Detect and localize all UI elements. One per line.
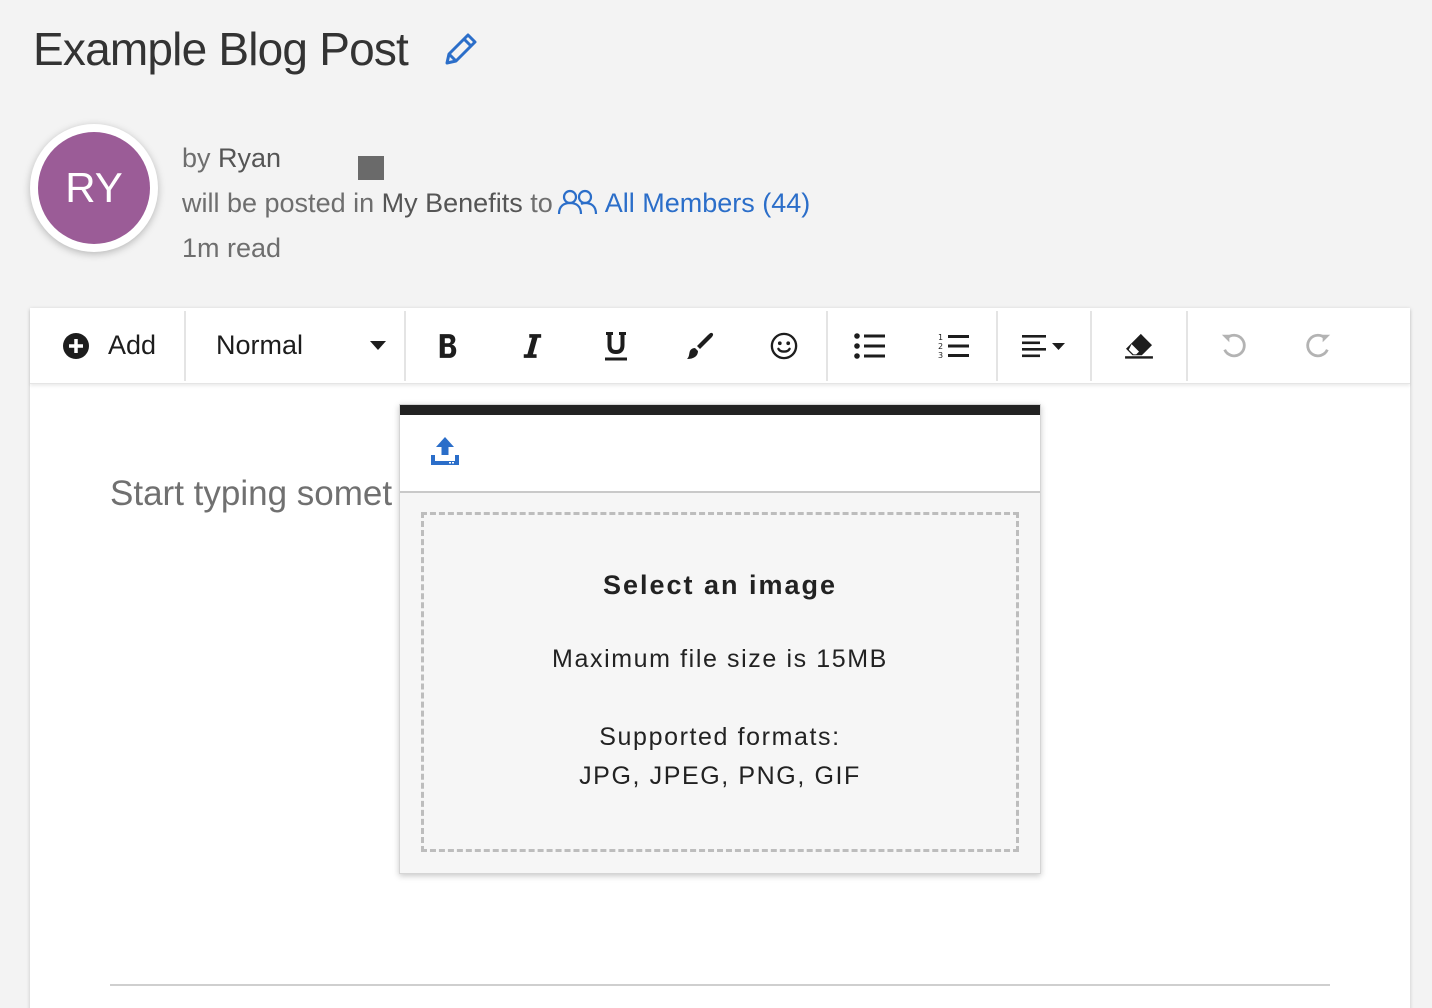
caret-down-icon	[370, 340, 387, 351]
bullet-list-button[interactable]	[828, 311, 912, 381]
underline-icon	[603, 330, 629, 362]
clear-format-button[interactable]	[1092, 311, 1186, 381]
read-time: 1m read	[182, 233, 282, 263]
paint-brush-icon	[685, 331, 715, 361]
align-group	[998, 310, 1093, 381]
svg-text:3: 3	[938, 351, 943, 360]
dropzone-title: Select an image	[602, 570, 838, 600]
smiley-icon	[770, 332, 798, 360]
page-title: Example Blog Post	[33, 23, 409, 75]
history-group	[1188, 311, 1360, 381]
upload-icon[interactable]	[430, 436, 460, 471]
numbered-list-button[interactable]: 123	[912, 311, 996, 381]
paint-brush-button[interactable]	[658, 311, 742, 381]
format-group	[406, 310, 829, 381]
undo-button[interactable]	[1192, 311, 1276, 381]
editor-divider	[110, 984, 1330, 986]
avatar-initials: RY	[38, 132, 150, 244]
redo-icon	[1304, 332, 1332, 360]
svg-text:2: 2	[938, 342, 943, 351]
popup-top-bar	[400, 405, 1040, 415]
italic-icon	[521, 332, 543, 360]
undo-icon	[1220, 332, 1248, 360]
avatar: RY	[30, 124, 158, 252]
style-group: Normal	[186, 310, 407, 381]
italic-button[interactable]	[490, 311, 574, 381]
posting-line: will be posted in My Benefits to All Mem…	[182, 181, 810, 226]
add-button[interactable]: Add	[30, 311, 184, 381]
to-text: to	[530, 188, 553, 218]
popup-tab-row	[400, 415, 1040, 493]
plus-circle-icon	[62, 332, 90, 360]
bullet-list-icon	[854, 332, 886, 359]
max-file-size: Maximum file size is 15MB	[552, 645, 888, 673]
channel-name: My Benefits	[381, 188, 523, 218]
editor-placeholder[interactable]: Start typing somet	[110, 474, 392, 514]
svg-text:1: 1	[938, 333, 943, 342]
list-group: 123	[828, 310, 999, 381]
emoji-button[interactable]	[742, 311, 826, 381]
audience-link[interactable]: All Members (44)	[605, 188, 811, 218]
numbered-list-icon: 123	[938, 332, 970, 360]
clear-group	[1092, 310, 1189, 381]
paragraph-style-value: Normal	[216, 330, 304, 360]
formats-label: Supported formats:	[599, 723, 841, 751]
redo-button[interactable]	[1276, 311, 1360, 381]
formats-list: JPG, JPEG, PNG, GIF	[579, 762, 861, 790]
posted-prefix: will be posted in	[182, 188, 375, 218]
paragraph-style-select[interactable]: Normal	[186, 311, 404, 381]
bold-button[interactable]	[406, 311, 490, 381]
author-name: Ryan	[218, 143, 282, 173]
align-left-icon	[1022, 333, 1066, 359]
underline-button[interactable]	[574, 311, 658, 381]
post-meta: by Ryan will be posted in My Benefits to…	[182, 136, 810, 271]
pencil-icon[interactable]	[440, 28, 482, 70]
title-row: Example Blog Post	[33, 22, 482, 76]
bold-icon	[437, 332, 459, 360]
by-prefix: by	[182, 143, 211, 173]
add-label: Add	[108, 330, 157, 360]
members-icon[interactable]	[557, 184, 599, 215]
image-upload-popup: Select an image Maximum file size is 15M…	[399, 404, 1041, 874]
editor-toolbar: Add Normal 1 2 3	[30, 308, 1410, 384]
add-group: Add	[30, 310, 187, 381]
eraser-icon	[1124, 333, 1154, 359]
align-button[interactable]	[998, 311, 1090, 381]
image-dropzone[interactable]: Select an image Maximum file size is 15M…	[421, 512, 1019, 852]
author-line: by Ryan	[182, 136, 810, 181]
supported-formats: Supported formats: JPG, JPEG, PNG, GIF	[424, 718, 1016, 796]
